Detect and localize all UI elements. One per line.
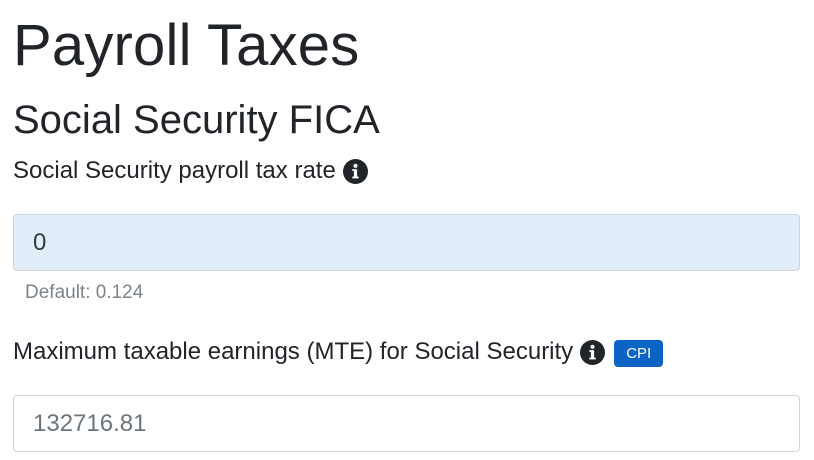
info-icon[interactable] — [580, 339, 606, 365]
payroll-tax-rate-input[interactable] — [13, 214, 800, 271]
mte-label-row: Maximum taxable earnings (MTE) for Socia… — [13, 337, 664, 367]
payroll-tax-rate-label: Social Security payroll tax rate — [13, 157, 336, 184]
page-title: Payroll Taxes — [13, 13, 360, 78]
cpi-badge: CPI — [614, 339, 664, 367]
info-icon[interactable] — [342, 158, 368, 184]
payroll-tax-rate-default-hint: Default: 0.124 — [25, 282, 144, 303]
payroll-taxes-page: Payroll Taxes Social Security FICA Socia… — [0, 0, 814, 460]
payroll-tax-rate-label-row: Social Security payroll tax rate — [13, 156, 368, 186]
section-title: Social Security FICA — [13, 98, 380, 142]
mte-input[interactable] — [13, 395, 800, 452]
mte-label: Maximum taxable earnings (MTE) for Socia… — [13, 338, 574, 365]
